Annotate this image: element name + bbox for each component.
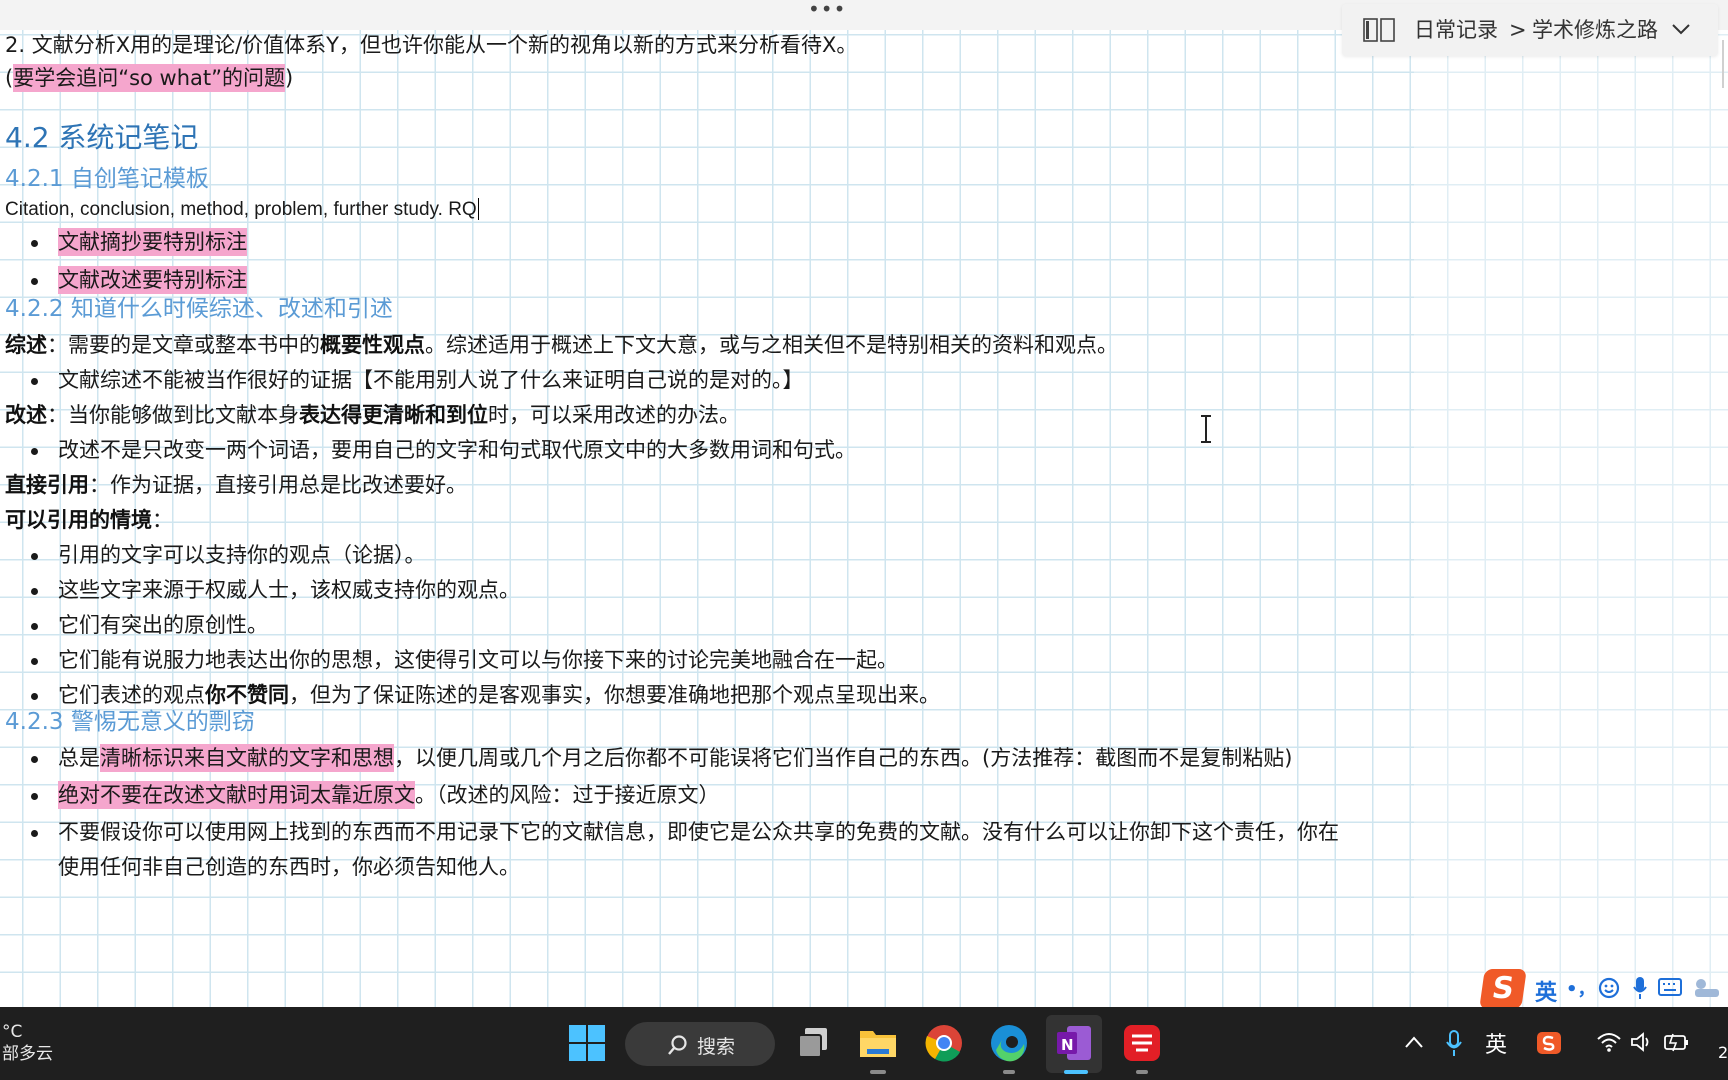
microphone-icon[interactable] [1446, 1029, 1462, 1057]
divider [1722, 40, 1724, 88]
paragraph-zhijie: 直接引用：作为证据，直接引用总是比改述要好。 [5, 470, 467, 500]
ibeam-cursor-icon [1201, 415, 1211, 443]
list-item: 改述不是只改变一两个词语，要用自己的文字和句式取代原文中的大多数用词和句式。 [31, 435, 856, 465]
heading-4-2-3: 4.2.3 警惕无意义的剽窃 [5, 709, 255, 735]
system-tray: 英 20 [1390, 1007, 1728, 1080]
input-language[interactable]: 英 [1485, 1027, 1507, 1059]
list-item-continuation: 使用任何非自己创造的东西时，你必须告知他人。 [58, 855, 520, 879]
paren-close: ) [285, 66, 294, 90]
microphone-icon[interactable] [1632, 976, 1648, 1000]
list-item: 总是清晰标识来自文献的文字和思想，以便几周或几个月之后你都不可能误将它们当作自己… [30, 743, 1293, 773]
keyboard-icon[interactable] [1658, 978, 1682, 996]
text: 。（改述的风险：过于接近原文） [415, 783, 720, 807]
list-item: 文献综述不能被当作很好的证据【不能用别人说了什么来证明自己说的是对的。】 [31, 365, 804, 395]
chevron-up-icon[interactable] [1404, 1035, 1424, 1049]
windows-start-icon[interactable] [566, 1022, 608, 1064]
term-gaishu: 改述 [5, 403, 47, 427]
notebook-icon [1363, 18, 1395, 42]
list-item: 它们能有说服力地表达出你的思想，这使得引文可以与你接下来的讨论完美地融合在一起。 [31, 645, 898, 675]
chrome-icon[interactable] [923, 1022, 965, 1064]
chevron-down-icon[interactable] [1670, 18, 1692, 40]
list-item: 文献改述要特别标注 [31, 265, 247, 295]
sogou-tray-icon[interactable] [1536, 1031, 1562, 1055]
term-zongshu: 综述 [5, 333, 47, 357]
breadcrumb-separator: > [1509, 18, 1527, 42]
highlight-so-what: 要学会追问“so what”的问题 [13, 64, 286, 92]
bold-text: 你不赞同 [205, 683, 289, 707]
list-item: 文献摘抄要特别标注 [31, 227, 247, 257]
ime-punct-toggle[interactable]: •， [1566, 975, 1596, 1001]
template-line[interactable]: Citation, conclusion, method, problem, f… [5, 193, 479, 225]
list-item: 引用的文字可以支持你的观点（论据）。 [31, 540, 426, 570]
emoji-icon[interactable] [1598, 977, 1620, 999]
list-item: 它们表述的观点你不赞同，但为了保证陈述的是客观事实，你想要准确地把那个观点呈现出… [31, 680, 940, 710]
term-zhijie: 直接引用 [5, 473, 89, 497]
running-indicator [870, 1070, 886, 1074]
paragraph-l1: 2. 文献分析X用的是理论/价值体系Y，但也许你能从一个新的视角以新的方式来分析… [5, 33, 858, 57]
note-page[interactable]: 2. 文献分析X用的是理论/价值体系Y，但也许你能从一个新的视角以新的方式来分析… [0, 30, 1728, 1007]
paragraph-zongshu: 综述：需要的是文章或整本书中的概要性观点。综述适用于概述上下文大意，或与之相关但… [5, 330, 1118, 360]
weather-temp: °C [2, 1022, 23, 1042]
text: ：需要的是文章或整本书中的 [47, 333, 320, 357]
highlight-text: 文献改述要特别标注 [58, 266, 247, 294]
onenote-icon[interactable]: N [1053, 1022, 1095, 1064]
running-indicator [1136, 1070, 1148, 1074]
weather-widget[interactable]: °C 部多云 [2, 1021, 53, 1065]
highlight-text: 清晰标识来自文献的文字和思想 [100, 744, 394, 772]
term-keyi: 可以引用的情境 [5, 508, 152, 532]
paragraph-so-what: (要学会追问“so what”的问题) [5, 63, 293, 93]
text: ，但为了保证陈述的是客观事实，你想要准确地把那个观点呈现出来。 [289, 683, 940, 707]
text-caret [477, 198, 479, 220]
taskbar: °C 部多云 搜索 N 英 2 [0, 1007, 1728, 1080]
breadcrumb-section[interactable]: 学术修炼之路 [1532, 17, 1658, 43]
text: ：作为证据，直接引用总是比改述要好。 [89, 473, 467, 497]
battery-icon[interactable] [1662, 1031, 1690, 1053]
text: 总是 [58, 746, 100, 770]
heading-4-2: 4.2 系统记笔记 [5, 121, 199, 154]
title-dots-menu[interactable]: ••• [808, 0, 845, 24]
bold-text: 表达得更清晰和到位 [299, 403, 488, 427]
page-margin [1414, 30, 1728, 1007]
volume-icon[interactable] [1630, 1031, 1654, 1053]
list-item: 这些文字来源于权威人士，该权威支持你的观点。 [31, 575, 520, 605]
text: ：当你能够做到比文献本身 [47, 403, 299, 427]
search-icon [668, 1035, 687, 1055]
text: 它们表述的观点 [58, 683, 205, 707]
heading-4-2-1: 4.2.1 自创笔记模板 [5, 166, 209, 192]
sogou-logo-icon[interactable]: S [1479, 969, 1527, 1009]
paragraph-keyi: 可以引用的情境： [5, 505, 173, 535]
edge-icon[interactable] [988, 1022, 1030, 1064]
list-item: 不要假设你可以使用网上找到的东西而不用记录下它的文献信息，即使它是公众共享的免费… [31, 817, 1339, 847]
file-explorer-icon[interactable] [857, 1022, 899, 1064]
clock-date-partial[interactable]: 20 [1718, 1043, 1728, 1062]
breadcrumb[interactable]: 日常记录 > 学术修炼之路 [1342, 4, 1718, 56]
heading-4-2-2: 4.2.2 知道什么时候综述、改述和引述 [5, 296, 393, 322]
template-text: Citation, conclusion, method, problem, f… [5, 199, 477, 220]
taskbar-search[interactable]: 搜索 [625, 1022, 775, 1066]
text: ，以便几周或几个月之后你都不可能误将它们当作自己的东西。(方法推荐：截图而不是复… [394, 746, 1293, 770]
task-view-icon[interactable] [793, 1022, 835, 1064]
paragraph-gaishu: 改述：当你能够做到比文献本身表达得更清晰和到位时，可以采用改述的办法。 [5, 400, 740, 430]
running-indicator [1003, 1070, 1015, 1074]
paren-open: ( [5, 66, 14, 90]
text: ： [152, 508, 173, 532]
wifi-icon[interactable] [1596, 1031, 1622, 1053]
svg-text:N: N [1061, 1036, 1074, 1054]
list-item: 绝对不要在改述文献时用词太靠近原文。（改述的风险：过于接近原文） [31, 780, 720, 810]
search-label: 搜索 [697, 1036, 736, 1058]
list-item: 它们有突出的原创性。 [31, 610, 268, 640]
ime-mode-toggle[interactable]: 英 [1535, 975, 1557, 1007]
skin-icon[interactable] [1692, 977, 1722, 999]
bold-text: 概要性观点 [320, 333, 425, 357]
youdao-dictionary-icon[interactable] [1121, 1022, 1163, 1064]
text: 时，可以采用改述的办法。 [488, 403, 740, 427]
highlight-text: 绝对不要在改述文献时用词太靠近原文 [58, 781, 415, 809]
weather-desc: 部多云 [2, 1044, 53, 1064]
running-indicator-active [1064, 1070, 1088, 1074]
breadcrumb-notebook[interactable]: 日常记录 [1414, 17, 1498, 43]
text: 。综述适用于概述上下文大意，或与之相关但不是特别相关的资料和观点。 [425, 333, 1118, 357]
highlight-text: 文献摘抄要特别标注 [58, 228, 247, 256]
ime-toolbar[interactable]: S 英 •， [1479, 967, 1728, 1011]
